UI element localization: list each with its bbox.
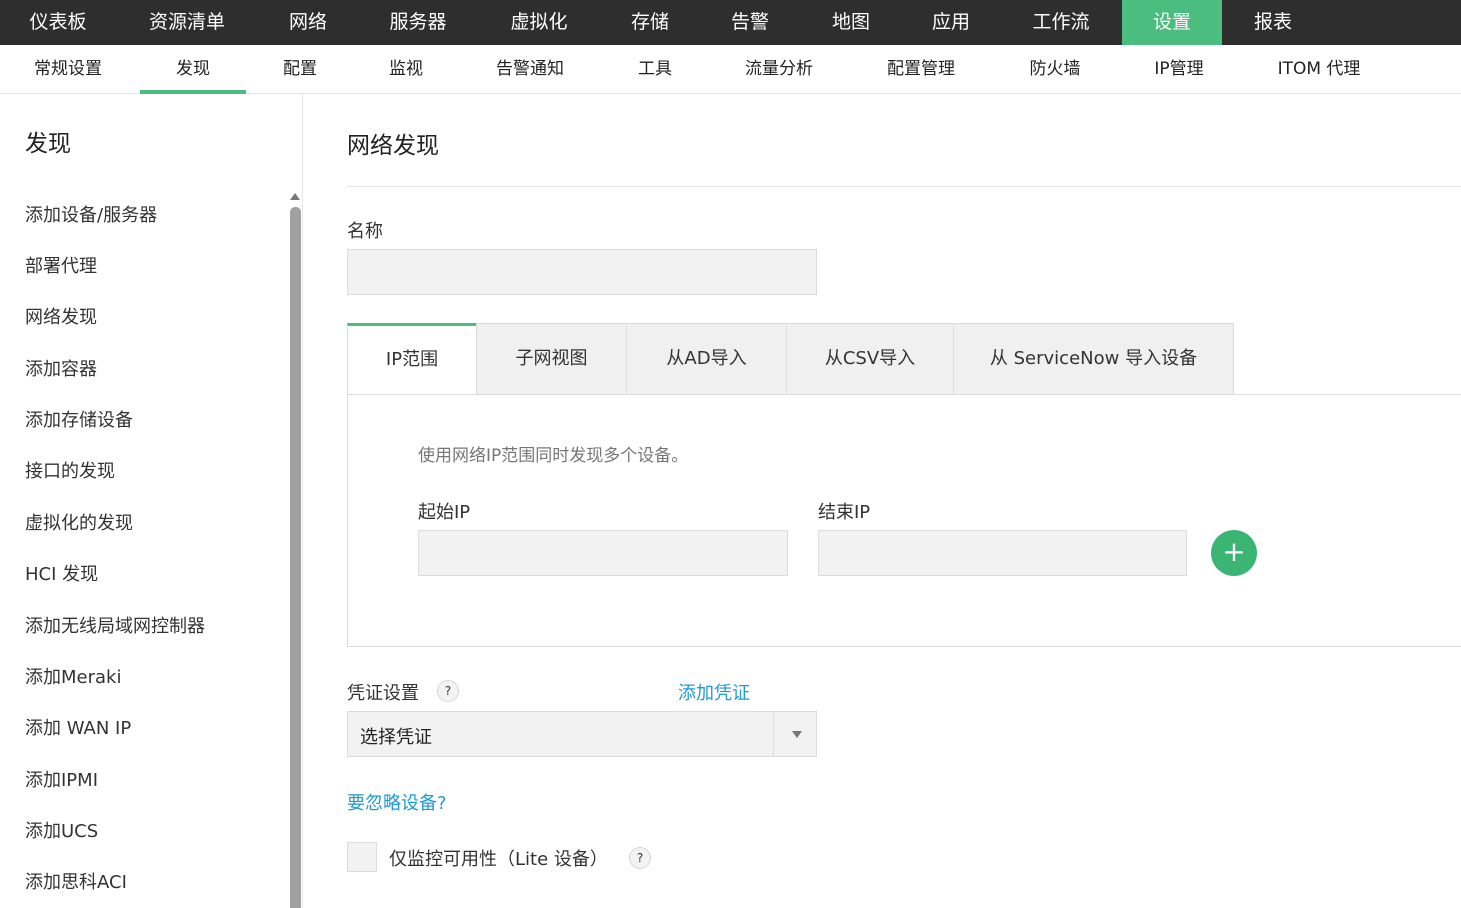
credential-label: 凭证设置 [347, 683, 419, 704]
subnav-netflow[interactable]: 流量分析 [731, 45, 827, 94]
tab-ip-range[interactable]: IP范围 [347, 323, 477, 395]
subnav-notifications[interactable]: 告警通知 [482, 45, 578, 94]
sidebar-item-deploy-agent[interactable]: 部署代理 [25, 252, 97, 278]
sidebar-item-add-wlc[interactable]: 添加无线局域网控制器 [25, 612, 205, 638]
sidebar-item-add-ucs[interactable]: 添加UCS [25, 817, 98, 843]
title-divider [347, 186, 1461, 187]
sub-nav: 常规设置 发现 配置 监视 告警通知 工具 流量分析 配置管理 防火墙 IP管理… [0, 45, 1461, 94]
ip-range-hint: 使用网络IP范围同时发现多个设备。 [418, 446, 689, 466]
lite-device-checkbox[interactable] [347, 842, 377, 872]
sidebar-item-add-wan-ip[interactable]: 添加 WAN IP [25, 714, 131, 740]
lite-device-help-icon[interactable]: ? [629, 847, 651, 869]
sidebar-item-network-discovery[interactable]: 网络发现 [25, 303, 97, 329]
add-ip-range-button[interactable]: + [1211, 530, 1257, 576]
select-separator [773, 712, 774, 756]
chevron-down-icon [792, 731, 802, 738]
subnav-monitoring[interactable]: 监视 [371, 45, 441, 94]
page-title: 网络发现 [347, 133, 439, 159]
sidebar-item-add-ipmi[interactable]: 添加IPMI [25, 766, 98, 792]
end-ip-input[interactable] [818, 530, 1187, 576]
sidebar-item-add-cisco-aci[interactable]: 添加思科ACI [25, 868, 127, 894]
sidebar-scrollbar[interactable] [290, 207, 301, 908]
scroll-up-arrow-icon[interactable] [290, 193, 300, 200]
top-nav: 仪表板 资源清单 网络 服务器 虚拟化 存储 告警 地图 应用 工作流 设置 报… [0, 0, 1461, 45]
credential-select-value: 选择凭证 [360, 727, 432, 748]
subnav-itom-agent[interactable]: ITOM 代理 [1264, 45, 1374, 94]
subnav-general[interactable]: 常规设置 [20, 45, 116, 94]
sidebar-item-hci-discovery[interactable]: HCI 发现 [25, 560, 98, 586]
topnav-virtualization[interactable]: 虚拟化 [488, 0, 590, 45]
sidebar: 发现 添加设备/服务器 部署代理 网络发现 添加容器 添加存储设备 接口的发现 … [0, 94, 303, 908]
name-label: 名称 [347, 221, 383, 242]
start-ip-label: 起始IP [418, 502, 471, 523]
sidebar-item-add-meraki[interactable]: 添加Meraki [25, 663, 121, 689]
sidebar-item-virtualization-discovery[interactable]: 虚拟化的发现 [25, 509, 133, 535]
tab-import-servicenow[interactable]: 从 ServiceNow 导入设备 [953, 323, 1234, 395]
topnav-settings[interactable]: 设置 [1122, 0, 1222, 45]
sidebar-item-interface-discovery[interactable]: 接口的发现 [25, 457, 115, 483]
lite-device-label: 仅监控可用性（Lite 设备） [389, 849, 608, 870]
end-ip-label: 结束IP [818, 502, 871, 523]
subnav-firewall[interactable]: 防火墙 [1016, 45, 1094, 94]
subnav-ipam[interactable]: IP管理 [1140, 45, 1218, 94]
credential-select[interactable]: 选择凭证 [347, 711, 817, 757]
topnav-workflow[interactable]: 工作流 [1011, 0, 1111, 45]
ip-range-panel [347, 394, 1461, 647]
subnav-discovery[interactable]: 发现 [140, 45, 246, 94]
topnav-inventory[interactable]: 资源清单 [128, 0, 246, 45]
topnav-alarms[interactable]: 告警 [710, 0, 790, 45]
start-ip-input[interactable] [418, 530, 788, 576]
tab-import-ad[interactable]: 从AD导入 [626, 323, 787, 395]
name-input[interactable] [347, 249, 817, 295]
sidebar-title: 发现 [25, 131, 71, 157]
ignore-devices-link[interactable]: 要忽略设备? [347, 789, 447, 815]
subnav-config-mgmt[interactable]: 配置管理 [873, 45, 969, 94]
credential-help-icon[interactable]: ? [437, 680, 459, 702]
subnav-tools[interactable]: 工具 [620, 45, 690, 94]
topnav-maps[interactable]: 地图 [811, 0, 891, 45]
sidebar-item-add-container[interactable]: 添加容器 [25, 355, 97, 381]
add-credential-link[interactable]: 添加凭证 [678, 679, 750, 705]
tab-subnet-view[interactable]: 子网视图 [476, 323, 627, 395]
topnav-dashboard[interactable]: 仪表板 [0, 0, 116, 45]
topnav-network[interactable]: 网络 [268, 0, 348, 45]
topnav-reports[interactable]: 报表 [1233, 0, 1313, 45]
topnav-servers[interactable]: 服务器 [368, 0, 468, 45]
topnav-apps[interactable]: 应用 [911, 0, 991, 45]
tab-import-csv[interactable]: 从CSV导入 [786, 323, 954, 395]
sidebar-item-add-device[interactable]: 添加设备/服务器 [25, 201, 157, 227]
sidebar-item-add-storage[interactable]: 添加存储设备 [25, 406, 133, 432]
topnav-storage[interactable]: 存储 [610, 0, 690, 45]
subnav-configuration[interactable]: 配置 [265, 45, 335, 94]
